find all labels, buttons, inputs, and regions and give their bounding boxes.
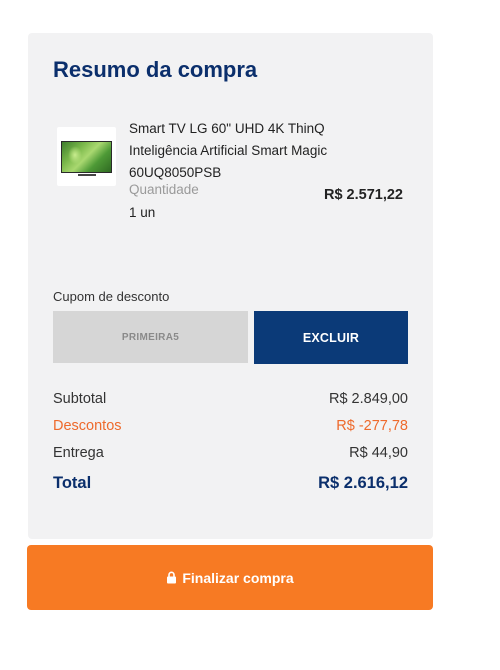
summary-title: Resumo da compra [53,57,258,82]
shipping-label: Entrega [53,445,104,461]
coupon-input[interactable] [53,311,248,363]
shipping-row: Entrega R$ 44,90 [53,445,408,461]
subtotal-label: Subtotal [53,391,107,407]
subtotal-value: R$ 2.849,00 [328,391,408,407]
discount-label: Descontos [53,418,122,434]
finalize-purchase-button[interactable]: Finalizar compra [27,545,433,610]
coupon-label: Cupom de desconto [53,289,170,304]
product-thumbnail[interactable] [57,127,116,186]
tv-thumbnail-icon [61,140,112,176]
tv-stand [77,173,96,176]
shipping-value: R$ 44,90 [349,445,408,461]
finalize-purchase-label: Finalizar compra [182,569,294,586]
quantity-label: Quantidade [129,182,199,197]
remove-coupon-button[interactable]: EXCLUIR [254,311,408,364]
discount-value: R$ -277,78 [336,418,408,434]
subtotal-row: Subtotal R$ 2.849,00 [53,391,408,407]
order-summary-card: Resumo da compra Smart TV LG 60" UHD 4K … [28,33,433,539]
total-value: R$ 2.616,12 [318,474,408,492]
discount-row: Descontos R$ -277,78 [53,418,408,434]
quantity-value: 1 un [129,205,156,220]
product-price: R$ 2.571,22 [323,187,403,203]
total-row: Total R$ 2.616,12 [53,474,408,493]
product-name[interactable]: Smart TV LG 60" UHD 4K ThinQ Inteligênci… [129,118,379,184]
lock-icon [166,571,177,584]
total-label: Total [53,474,92,492]
